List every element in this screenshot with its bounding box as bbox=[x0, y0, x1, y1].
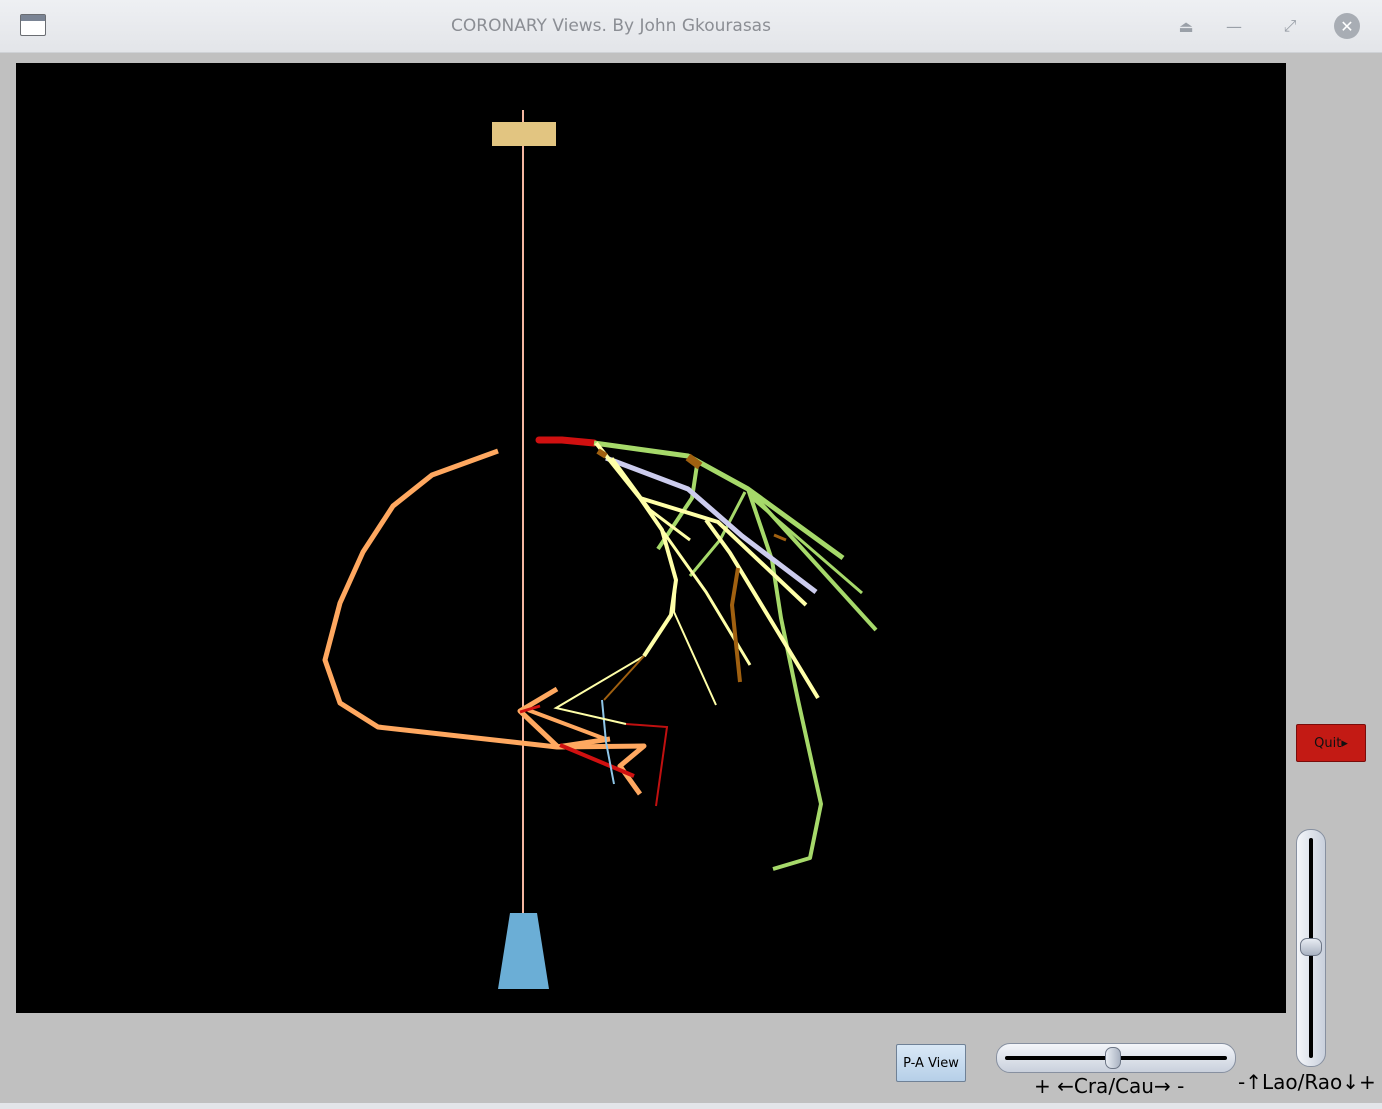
lao-rao-slider[interactable] bbox=[1296, 829, 1326, 1067]
window-title: CORONARY Views. By John Gkourasas bbox=[451, 16, 771, 36]
quit-button[interactable]: Quit▸ bbox=[1296, 724, 1366, 762]
window-bottom-border bbox=[0, 1103, 1382, 1109]
minimize-icon[interactable]: — bbox=[1220, 12, 1248, 40]
cra-cau-label: + ←Cra/Cau→ - bbox=[1034, 1074, 1185, 1098]
maximize-icon[interactable]: ⤢ bbox=[1276, 12, 1304, 40]
coronary-3d-view[interactable] bbox=[16, 63, 1286, 1013]
cra-cau-slider-thumb[interactable] bbox=[1105, 1047, 1121, 1069]
eject-icon[interactable]: ⏏ bbox=[1172, 12, 1200, 40]
cra-cau-slider[interactable] bbox=[996, 1043, 1236, 1073]
pa-view-button[interactable]: P-A View bbox=[896, 1044, 966, 1082]
close-icon[interactable]: ✕ bbox=[1334, 13, 1360, 39]
title-bar: CORONARY Views. By John Gkourasas ⏏ — ⤢ … bbox=[0, 0, 1382, 53]
coronary-tree-graphic bbox=[322, 110, 878, 989]
lao-rao-slider-thumb[interactable] bbox=[1300, 938, 1322, 956]
lao-rao-label: -↑Lao/Rao↓+ bbox=[1238, 1070, 1376, 1094]
